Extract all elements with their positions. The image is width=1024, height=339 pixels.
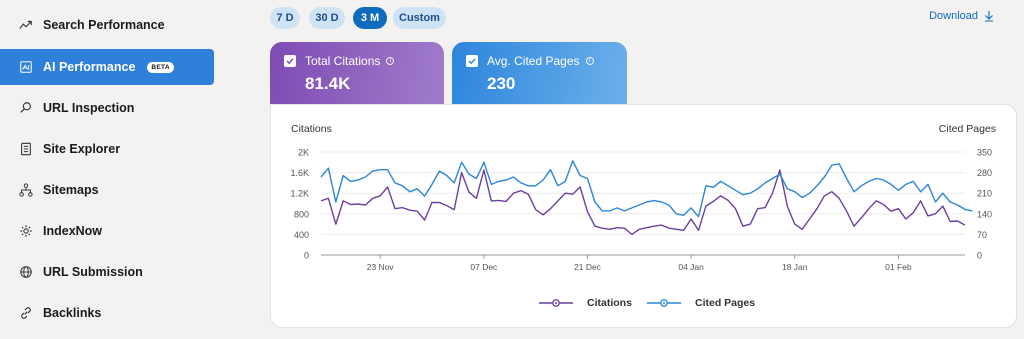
range-pill-7d[interactable]: 7 D bbox=[270, 7, 300, 29]
sidebar-item-label: Sitemaps bbox=[43, 183, 99, 197]
info-icon[interactable]: i bbox=[585, 57, 594, 65]
cited-pages-card-value: 230 bbox=[487, 74, 516, 93]
check-icon bbox=[468, 58, 476, 65]
range-pill-30d[interactable]: 30 D bbox=[309, 7, 345, 29]
sidebar-item-label: Backlinks bbox=[43, 306, 102, 320]
sidebar-item-indexnow[interactable]: IndexNow bbox=[0, 213, 214, 249]
sidebar-item-backlinks[interactable]: Backlinks bbox=[0, 295, 214, 331]
legend-citations-label: Citations bbox=[587, 297, 632, 309]
download-label: Download bbox=[929, 10, 978, 22]
beta-badge: BETA bbox=[147, 61, 174, 73]
link-icon bbox=[18, 305, 34, 321]
ai-icon bbox=[18, 59, 34, 75]
cited-pages-checkbox[interactable] bbox=[466, 55, 478, 67]
series-line-cited-pages bbox=[320, 160, 973, 218]
y-left-tick-label: 800 bbox=[294, 209, 309, 219]
cited-pages-card-title: Avg. Cited Pages bbox=[487, 54, 580, 68]
sidebar: Search Performance AI Performance BETA URL … bbox=[0, 0, 222, 339]
download-icon bbox=[985, 11, 993, 22]
y-right-tick-label: 210 bbox=[977, 189, 992, 199]
y-right-tick-label: 280 bbox=[977, 168, 992, 178]
y-right-tick-label: 0 bbox=[977, 251, 982, 261]
series-line-citations bbox=[320, 169, 966, 236]
document-icon bbox=[18, 141, 34, 157]
x-tick-label: 23 Nov bbox=[367, 262, 395, 272]
legend-citations-marker bbox=[539, 299, 573, 307]
sidebar-item-label: Search Performance bbox=[43, 18, 165, 32]
legend-cited-pages-label: Cited Pages bbox=[695, 297, 756, 309]
chart-panel: Citations Cited Pages 2K 350 1.6K 280 1.2K 21… bbox=[270, 104, 1017, 328]
x-tick-label: 04 Jan bbox=[678, 262, 704, 272]
y-left-tick-label: 0 bbox=[304, 251, 309, 261]
avg-cited-pages-card[interactable]: Avg. Cited Pages i 230 bbox=[452, 42, 627, 104]
y-left-tick-label: 1.6K bbox=[290, 168, 309, 178]
check-icon bbox=[286, 58, 294, 65]
y-right-tick-label: 70 bbox=[977, 230, 987, 240]
y-left-tick-label: 400 bbox=[294, 230, 309, 240]
sidebar-item-label: URL Submission bbox=[43, 265, 143, 279]
legend-citations[interactable]: Citations bbox=[539, 297, 632, 309]
sidebar-item-label: Site Explorer bbox=[43, 142, 121, 156]
download-button[interactable]: Download bbox=[929, 10, 994, 22]
globe-icon bbox=[18, 264, 34, 280]
y-right-tick-label: 350 bbox=[977, 148, 992, 158]
sidebar-item-label: IndexNow bbox=[43, 224, 103, 238]
legend-cited-pages[interactable]: Cited Pages bbox=[647, 297, 755, 309]
gear-icon bbox=[18, 223, 34, 239]
sidebar-item-label: URL Inspection bbox=[43, 101, 135, 115]
x-tick-label: 07 Dec bbox=[470, 262, 498, 272]
sidebar-item-sitemaps[interactable]: Sitemaps bbox=[0, 172, 214, 208]
citations-card-title: Total Citations bbox=[305, 54, 381, 68]
citations-card-value: 81.4K bbox=[305, 74, 351, 93]
line-chart: 2K 350 1.6K 280 1.2K 210 800 140 400 70 0 0 23 Nov 07… bbox=[290, 148, 992, 273]
sitemap-icon bbox=[18, 182, 34, 198]
sidebar-item-ai-performance[interactable]: AI Performance BETA bbox=[0, 49, 214, 85]
y-left-tick-label: 2K bbox=[298, 148, 309, 158]
y-right-tick-label: 140 bbox=[977, 209, 992, 219]
range-pill-3m[interactable]: 3 M bbox=[353, 7, 387, 29]
sidebar-item-url-submission[interactable]: URL Submission bbox=[0, 254, 214, 290]
x-tick-label: 01 Feb bbox=[885, 262, 912, 272]
legend-cited-pages-marker bbox=[647, 299, 681, 307]
total-citations-card[interactable]: Total Citations i 81.4K bbox=[270, 42, 444, 104]
sidebar-item-site-explorer[interactable]: Site Explorer bbox=[0, 131, 214, 167]
x-tick-label: 21 Dec bbox=[574, 262, 602, 272]
info-icon[interactable]: i bbox=[386, 57, 395, 65]
citations-checkbox[interactable] bbox=[284, 55, 296, 67]
range-pill-custom[interactable]: Custom bbox=[393, 7, 446, 29]
trend-icon bbox=[18, 17, 34, 33]
sidebar-item-url-inspection[interactable]: URL Inspection bbox=[0, 90, 214, 126]
sidebar-item-label: AI Performance bbox=[43, 60, 136, 74]
search-icon bbox=[18, 100, 34, 116]
sidebar-item-search-performance[interactable]: Search Performance bbox=[0, 7, 214, 43]
x-tick-label: 18 Jan bbox=[782, 262, 808, 272]
y-left-tick-label: 1.2K bbox=[290, 189, 309, 199]
